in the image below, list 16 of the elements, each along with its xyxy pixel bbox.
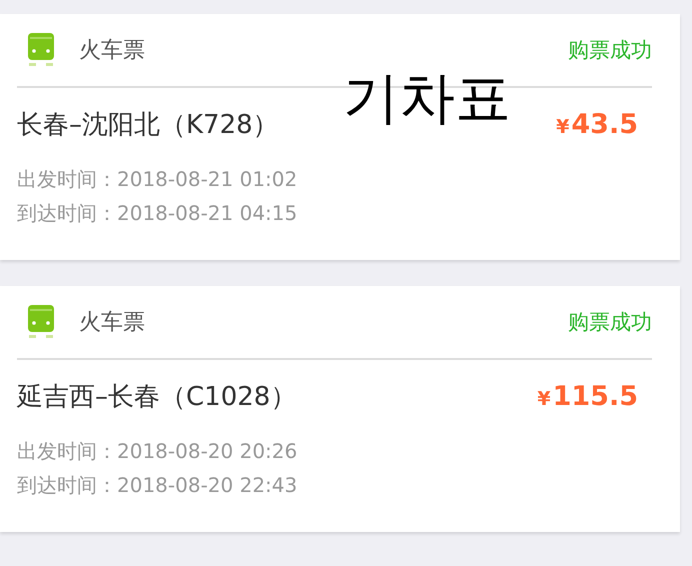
- route-text: 延吉西–长春（C1028）: [17, 380, 296, 414]
- train-icon: [27, 33, 55, 67]
- ticket-price: ¥43.5: [556, 108, 638, 140]
- train-icon: [27, 305, 55, 339]
- ticket-category: 火车票: [79, 309, 145, 337]
- ticket-category: 火车票: [79, 37, 145, 65]
- arrival-time: 到达时间：2018-08-21 04:15: [17, 200, 298, 226]
- arrival-time: 到达时间：2018-08-20 22:43: [17, 472, 298, 498]
- ticket-price: ¥115.5: [537, 380, 638, 412]
- ticket-card[interactable]: 火车票 购票成功 延吉西–长春（C1028） ¥115.5 出发时间：2018-08-20 20:26 到达时间：2018-08-20 22:43: [0, 286, 680, 532]
- route-text: 长春–沈阳北（K728）: [17, 108, 279, 142]
- overlay-caption: 기차표: [343, 68, 511, 130]
- departure-time: 出发时间：2018-08-21 01:02: [17, 166, 298, 192]
- order-status: 购票成功: [568, 37, 652, 64]
- departure-time: 出发时间：2018-08-20 20:26: [17, 438, 298, 464]
- order-status: 购票成功: [568, 309, 652, 336]
